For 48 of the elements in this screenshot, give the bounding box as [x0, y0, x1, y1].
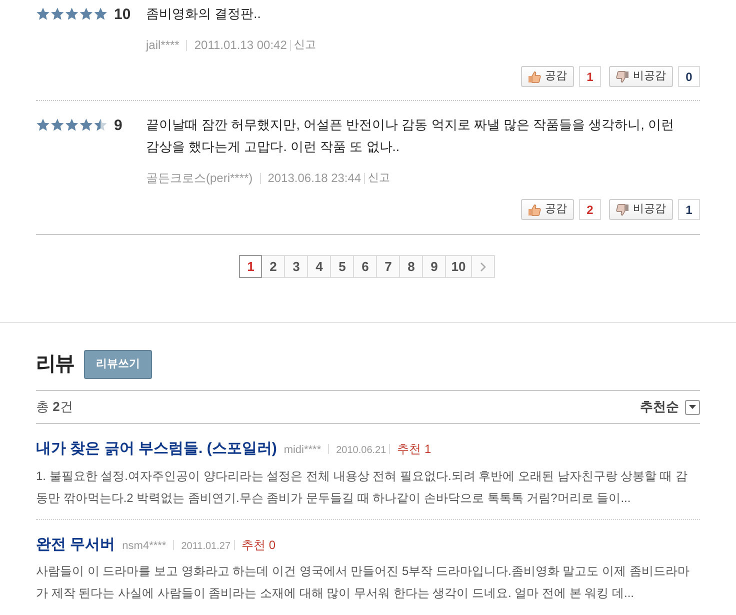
page-link[interactable]: 9 — [423, 255, 446, 278]
thumbs-up-icon — [528, 204, 541, 216]
page-link[interactable]: 8 — [400, 255, 424, 278]
author: 골든크로스(peri****) — [146, 170, 253, 187]
review-summary: 1. 불필요한 설정.여자주인공이 양다리라는 설정은 전체 내용상 전혀 필요없다.되려 후반에 오래된 남자친구랑 상봉할 때 감동만 깎아먹는다.2 박력없는 좀비연기.무슨 좀비가 문두들길 때 하나같이 손바닥으로 톡톡톡 거림?머리로 들이... — [36, 468, 688, 506]
page-link[interactable]: 10 — [446, 255, 472, 278]
comment-text: 좀비영화의 결정판.. — [146, 5, 262, 23]
like-button[interactable]: 공감 — [521, 199, 574, 220]
section-title: 리뷰 — [36, 352, 74, 377]
thumbs-down-icon — [616, 70, 629, 82]
dislike-button[interactable]: 비공감 — [609, 199, 673, 220]
total-count: 총 2건 — [36, 398, 73, 416]
page-link[interactable]: 2 — [262, 255, 286, 278]
page-link[interactable]: 4 — [308, 255, 332, 278]
author: nsm4**** — [122, 538, 166, 554]
review-summary: 사람들이 이 드라마를 보고 영화라고 하는데 이건 영국에서 만들어진 5부작 드라마입니다.좀비영화 말고도 이제 좀비드라마가 제작 된다는 사실에 사람들이 좀비라는 소재에 대해 많이 무서워 한다는 생각이 드네요. 얼마 전에 본 워킹 데... — [36, 563, 690, 602]
page-link[interactable]: 6 — [354, 255, 378, 278]
score: 9 — [114, 118, 122, 134]
like-button[interactable]: 공감 — [521, 66, 574, 87]
sort-label: 추천순 — [640, 398, 679, 416]
like-count: 1 — [579, 66, 601, 87]
date: 2011.01.13 00:42 — [194, 37, 287, 54]
review-title-link[interactable]: 내가 찾은 긁어 부스럼들. (스포일러) — [36, 438, 277, 460]
date: 2010.06.21 — [336, 444, 386, 458]
chevron-right-icon — [480, 262, 486, 272]
thumbs-up-icon — [528, 70, 541, 82]
review-title-link[interactable]: 완전 무서버 — [36, 534, 116, 556]
page-link[interactable]: 1 — [239, 255, 262, 278]
recommend-count: 추천 0 — [242, 536, 276, 554]
author: jail**** — [146, 37, 180, 54]
comment-text: 끝이날때 잠깐 허무했지만, 어설픈 반전이나 감동 억지로 짜낼 많은 작품들을 생각하니, 이런 감상을 했다는게 고맙다. 이런 작품 또 없나.. — [146, 116, 675, 156]
date: 2013.06.18 23:44 — [268, 170, 362, 187]
caret-icon — [689, 405, 696, 409]
thumbs-down-icon — [616, 204, 629, 216]
dislike-button[interactable]: 비공감 — [609, 66, 673, 87]
like-count: 2 — [579, 199, 601, 220]
page-link[interactable]: 3 — [285, 255, 308, 278]
date: 2011.01.27 — [181, 540, 231, 554]
report-link[interactable]: 신고 — [294, 36, 316, 54]
score: 10 — [114, 7, 131, 23]
dislike-count: 1 — [678, 199, 700, 220]
recommend-count: 추천 1 — [397, 441, 432, 458]
dislike-count: 0 — [678, 66, 700, 87]
page-link[interactable]: 5 — [331, 255, 354, 278]
page-link[interactable]: 7 — [377, 255, 400, 278]
sort-dropdown-button[interactable] — [685, 400, 700, 414]
author: midi**** — [284, 443, 322, 458]
report-link[interactable]: 신고 — [368, 170, 390, 186]
